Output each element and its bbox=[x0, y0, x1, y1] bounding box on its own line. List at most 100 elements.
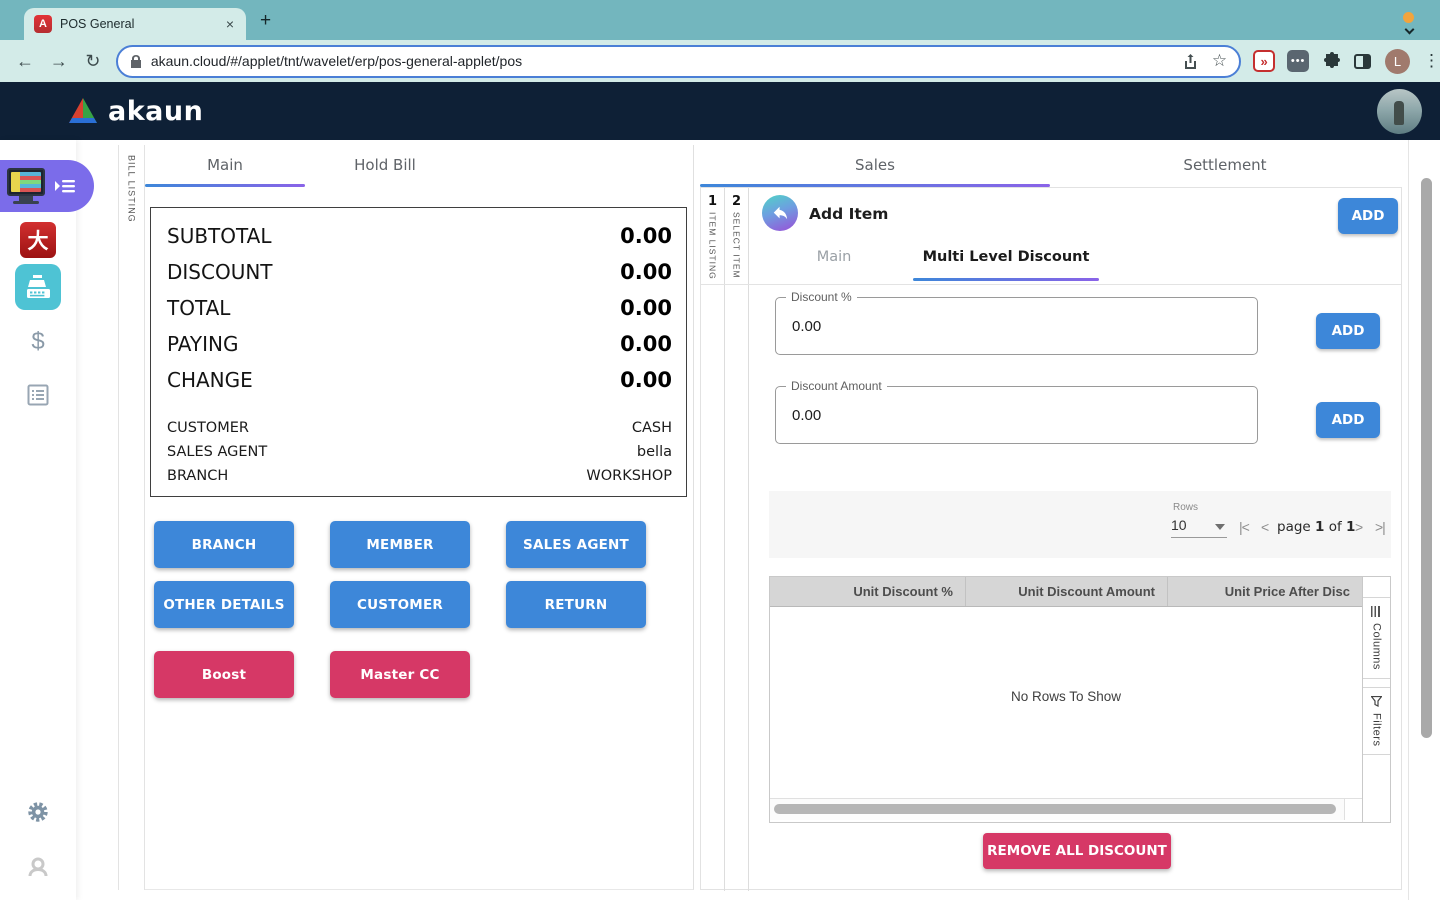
prev-page-button[interactable]: < bbox=[1261, 519, 1269, 535]
columns-icon bbox=[1371, 606, 1382, 617]
side-panel-icon[interactable] bbox=[1354, 53, 1372, 69]
remove-all-discount-button[interactable]: REMOVE ALL DISCOUNT bbox=[983, 833, 1171, 869]
app-navbar: akaun bbox=[0, 82, 1440, 140]
horizontal-scrollbar bbox=[770, 798, 1345, 820]
sidebar-item-cash-register[interactable] bbox=[15, 264, 61, 310]
inner-tab-underline bbox=[913, 278, 1099, 281]
return-button[interactable]: RETURN bbox=[506, 581, 646, 628]
extension-red-icon[interactable]: » bbox=[1253, 50, 1276, 72]
add-item-button[interactable]: ADD bbox=[1338, 198, 1398, 234]
branch-label: BRANCH bbox=[167, 468, 229, 484]
add-discount-amount-button[interactable]: ADD bbox=[1316, 402, 1380, 438]
browser-toolbar: ← → ↻ akaun.cloud/#/applet/tnt/wavelet/e… bbox=[0, 40, 1440, 82]
sidebar-support[interactable] bbox=[0, 855, 76, 879]
horizontal-scrollbar-thumb[interactable] bbox=[774, 804, 1336, 814]
sidebar-item-cny-applet[interactable]: 大 bbox=[20, 222, 56, 258]
sidebar-settings[interactable] bbox=[0, 800, 76, 824]
sidebar-item-payments[interactable]: $ bbox=[0, 328, 76, 356]
share-icon[interactable] bbox=[1183, 53, 1198, 70]
other-details-button[interactable]: OTHER DETAILS bbox=[154, 581, 294, 628]
sales-agent-value: bella bbox=[636, 444, 672, 460]
back-button[interactable]: ← bbox=[8, 51, 42, 72]
change-value: 0.00 bbox=[620, 368, 672, 392]
grid-columns-tab[interactable]: Columns bbox=[1363, 597, 1390, 679]
sales-agent-label: SALES AGENT bbox=[167, 444, 268, 460]
rows-label: Rows bbox=[1173, 502, 1199, 513]
discount-value: 0.00 bbox=[620, 260, 672, 284]
first-page-button[interactable]: |< bbox=[1239, 519, 1250, 535]
tab-main[interactable]: Main bbox=[145, 145, 305, 185]
tab-hold-bill[interactable]: Hold Bill bbox=[305, 145, 465, 185]
total-label: TOTAL bbox=[167, 296, 231, 320]
step-number: 1 bbox=[707, 194, 718, 209]
total-value: 0.00 bbox=[620, 296, 672, 320]
column-header-unit-discount-amount[interactable]: Unit Discount Amount bbox=[966, 577, 1168, 606]
page-scrollbar-thumb[interactable] bbox=[1421, 178, 1432, 738]
tab-search-chevron-icon[interactable] bbox=[1404, 24, 1415, 35]
grid-tool-panel: Columns Filters bbox=[1363, 576, 1391, 823]
discount-label: DISCOUNT bbox=[167, 260, 273, 284]
lock-icon bbox=[130, 54, 141, 68]
sales-panel: 1 ITEM LISTING 2 SELECT ITEM Add Item AD… bbox=[700, 187, 1402, 891]
bill-listing-label: BILL LISTING bbox=[126, 155, 137, 223]
last-page-button[interactable]: >| bbox=[1375, 519, 1386, 535]
step-number: 2 bbox=[731, 194, 742, 209]
angular-favicon-icon: A bbox=[34, 15, 52, 33]
browser-tab[interactable]: A POS General × bbox=[24, 8, 246, 40]
member-button[interactable]: MEMBER bbox=[330, 521, 470, 568]
menu-open-icon bbox=[55, 180, 75, 193]
add-item-title: Add Item bbox=[809, 205, 889, 223]
inner-tab-multi-level-discount[interactable]: Multi Level Discount bbox=[913, 241, 1099, 273]
boost-button[interactable]: Boost bbox=[154, 651, 294, 698]
url-text: akaun.cloud/#/applet/tnt/wavelet/erp/pos… bbox=[150, 53, 523, 69]
active-tab-underline bbox=[145, 184, 305, 187]
discount-percent-value: 0.00 bbox=[792, 317, 822, 335]
back-arrow-icon bbox=[773, 206, 788, 220]
of-word: of bbox=[1328, 519, 1342, 535]
person-icon bbox=[28, 857, 48, 877]
tab-sales[interactable]: Sales bbox=[700, 145, 1050, 185]
master-cc-button[interactable]: Master CC bbox=[330, 651, 470, 698]
browser-profile-avatar[interactable]: L bbox=[1385, 48, 1411, 74]
grid-empty-message: No Rows To Show bbox=[1010, 688, 1122, 704]
extension-dots-icon[interactable]: ••• bbox=[1287, 50, 1310, 72]
branch-button[interactable]: BRANCH bbox=[154, 521, 294, 568]
tab-settlement[interactable]: Settlement bbox=[1050, 145, 1400, 185]
step-select-item[interactable]: 2 SELECT ITEM bbox=[725, 188, 749, 891]
grid-filters-tab[interactable]: Filters bbox=[1363, 686, 1390, 756]
puzzle-extensions-icon[interactable] bbox=[1323, 52, 1341, 70]
paying-value: 0.00 bbox=[620, 332, 672, 356]
main-panel: Main Hold Bill SUBTOTAL 0.00 DISCOUNT 0.00… bbox=[145, 145, 694, 890]
next-page-button[interactable]: > bbox=[1355, 519, 1363, 535]
gear-icon bbox=[28, 802, 48, 822]
discount-percent-field[interactable]: Discount % 0.00 bbox=[775, 290, 1258, 355]
new-tab-button[interactable]: + bbox=[260, 10, 271, 32]
sales-agent-button[interactable]: SALES AGENT bbox=[506, 521, 646, 568]
url-bar[interactable]: akaun.cloud/#/applet/tnt/wavelet/erp/pos… bbox=[115, 44, 1242, 78]
bill-listing-rail[interactable]: BILL LISTING bbox=[118, 145, 145, 890]
paying-label: PAYING bbox=[167, 332, 239, 356]
add-discount-percent-button[interactable]: ADD bbox=[1316, 313, 1380, 349]
inner-tab-main[interactable]: Main bbox=[784, 241, 884, 273]
browser-menu-icon[interactable]: ⋮ bbox=[1423, 51, 1440, 71]
reload-button[interactable]: ↻ bbox=[76, 51, 110, 72]
pos-terminal-icon bbox=[5, 168, 47, 204]
totals-summary-box: SUBTOTAL 0.00 DISCOUNT 0.00 TOTAL 0.00 PAYI… bbox=[150, 207, 687, 497]
close-tab-icon[interactable]: × bbox=[224, 16, 236, 32]
browser-tab-strip: A POS General × + bbox=[0, 0, 1440, 40]
pagination-bar: Rows 10 |< < page 1 of 1 > >| bbox=[769, 491, 1391, 558]
step-item-listing[interactable]: 1 ITEM LISTING bbox=[701, 188, 725, 891]
sidebar-item-listing[interactable] bbox=[0, 384, 76, 406]
user-avatar[interactable] bbox=[1377, 89, 1422, 134]
column-header-unit-price-after-disc[interactable]: Unit Price After Disc bbox=[1168, 577, 1362, 606]
column-header-unit-discount-percent[interactable]: Unit Discount % bbox=[770, 577, 966, 606]
bookmark-star-icon[interactable]: ☆ bbox=[1212, 51, 1227, 71]
sidebar-item-pos[interactable] bbox=[0, 160, 94, 212]
scrollbar-corner bbox=[1344, 798, 1362, 820]
filters-tab-label: Filters bbox=[1370, 712, 1383, 747]
forward-button[interactable]: → bbox=[42, 51, 76, 72]
customer-button[interactable]: CUSTOMER bbox=[330, 581, 470, 628]
subtotal-label: SUBTOTAL bbox=[167, 224, 272, 248]
discount-amount-field[interactable]: Discount Amount 0.00 bbox=[775, 379, 1258, 444]
back-button-circle[interactable] bbox=[762, 195, 798, 231]
